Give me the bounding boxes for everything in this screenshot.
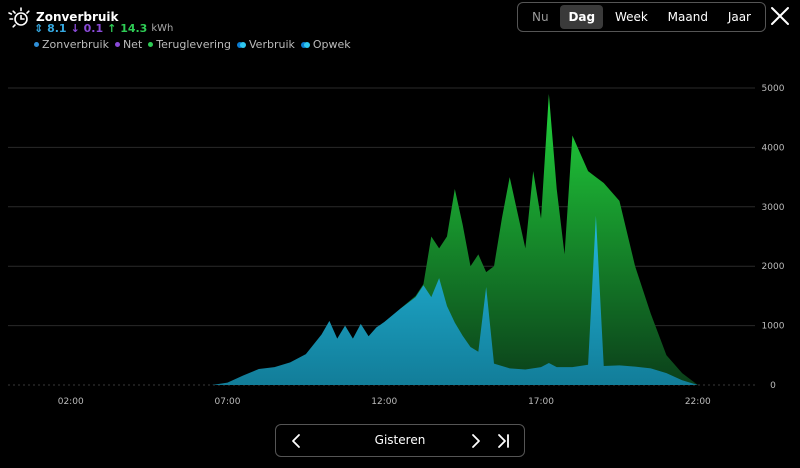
x-tick-label: 17:00 [528, 397, 554, 407]
date-navigation: Gisteren [275, 424, 525, 457]
y-axis-ticks: 0 1000 2000 3000 4000 5000 [762, 84, 785, 391]
x-axis-ticks: 02:00 07:00 12:00 17:00 22:00 [58, 397, 711, 407]
energy-chart: 0 1000 2000 3000 4000 5000 02:00 07:00 12:00 17:… [8, 84, 785, 407]
y-tick-label: 1000 [762, 322, 785, 332]
chart-areas [211, 93, 698, 385]
x-tick-label: 02:00 [58, 397, 84, 407]
skip-to-end-icon[interactable] [494, 432, 512, 450]
x-tick-label: 12:00 [371, 397, 397, 407]
y-tick-label: 0 [770, 381, 776, 391]
y-tick-label: 4000 [762, 143, 785, 153]
y-tick-label: 3000 [762, 203, 785, 213]
chevron-right-icon[interactable] [466, 432, 484, 450]
y-tick-label: 5000 [762, 84, 785, 94]
x-tick-label: 22:00 [685, 397, 711, 407]
y-tick-label: 2000 [762, 262, 785, 272]
date-label: Gisteren [374, 433, 426, 447]
x-tick-label: 07:00 [215, 397, 241, 407]
